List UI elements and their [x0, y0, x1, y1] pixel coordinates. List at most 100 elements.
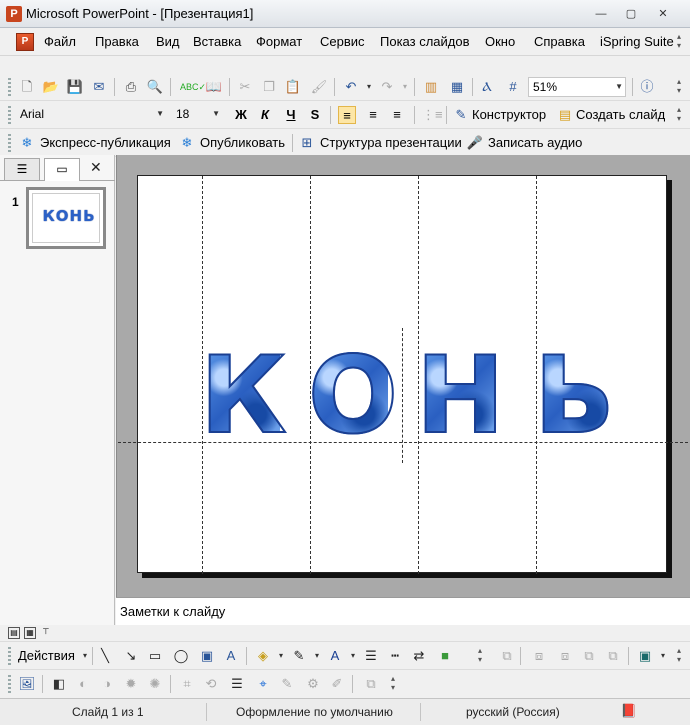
sorter-view-icon[interactable]: ▦	[24, 627, 36, 639]
chevron-down-icon[interactable]: ▾	[308, 647, 326, 665]
oval-icon[interactable]: ◯	[172, 647, 190, 665]
redo-dropdown-icon[interactable]: ▾	[396, 78, 414, 96]
group-icon[interactable]: ⧉	[580, 647, 598, 665]
notes-pane[interactable]: Заметки к слайду	[116, 597, 690, 625]
toolbar-grip[interactable]	[8, 78, 11, 96]
toolbar-overflow-icon[interactable]: ▴ ▾	[673, 77, 685, 97]
arrow-style-icon[interactable]: ⇄	[410, 647, 428, 665]
menu-tools[interactable]: Сервис	[320, 34, 365, 49]
font-color-icon[interactable]: A	[326, 647, 344, 665]
slide-letter[interactable]: Н	[415, 342, 506, 450]
align-left-button[interactable]: ≡	[338, 106, 356, 124]
align-icon[interactable]: ⧉	[498, 647, 516, 665]
toolbar-overflow-icon[interactable]: ▴ ▾	[673, 105, 685, 125]
slide-canvas[interactable]: К О Н Ь	[118, 175, 688, 574]
dash-style-icon[interactable]: ┅	[386, 647, 404, 665]
format-painter-icon[interactable]: 🖌	[310, 78, 328, 96]
maximize-button[interactable]: ▢	[620, 6, 642, 22]
more-brightness-icon[interactable]: ✹	[122, 675, 140, 693]
save-icon[interactable]: 💾	[66, 78, 84, 96]
chevron-down-icon[interactable]: ▾	[344, 647, 362, 665]
chevron-down-icon[interactable]: ▾	[272, 647, 290, 665]
undo-icon[interactable]: ↶	[342, 78, 360, 96]
format-picture-icon[interactable]: ⚙	[304, 675, 322, 693]
more-contrast-icon[interactable]: ◐	[74, 675, 92, 693]
wordart-icon[interactable]: A	[222, 647, 240, 665]
transparent-color-icon[interactable]: ✐	[328, 675, 346, 693]
zoom-combo[interactable]: 51% ▼	[528, 77, 626, 97]
compress-icon[interactable]: ⌖	[254, 675, 272, 693]
menu-insert[interactable]: Вставка	[193, 34, 241, 49]
italic-button[interactable]: К	[256, 106, 274, 124]
less-brightness-icon[interactable]: ✺	[146, 675, 164, 693]
design-icon[interactable]: ✎	[452, 106, 470, 124]
toolbar-grip[interactable]	[8, 106, 11, 124]
line-style-icon[interactable]: ☰	[228, 675, 246, 693]
rotate-icon[interactable]: ⟲	[202, 675, 220, 693]
redo-icon[interactable]: ↷	[378, 78, 396, 96]
send-backward-icon[interactable]: ⧈	[556, 647, 574, 665]
spelling-icon[interactable]: ABC✓	[180, 78, 206, 96]
textbox-icon[interactable]: ▣	[198, 647, 216, 665]
color-icon[interactable]: ◧	[50, 675, 68, 693]
help-icon[interactable]: ⓘ	[638, 78, 656, 96]
quick-publish-button[interactable]: Экспресс-публикация	[40, 135, 171, 150]
toolbar-grip[interactable]	[8, 675, 11, 693]
document-icon[interactable]: P	[16, 33, 34, 51]
menu-help[interactable]: Справка	[534, 34, 585, 49]
new-slide-button[interactable]: Создать слайд	[576, 107, 665, 122]
slide-letter[interactable]: К	[199, 342, 288, 450]
copy-icon[interactable]: ❐	[260, 78, 278, 96]
reset-picture-icon[interactable]: ⧉	[362, 675, 380, 693]
ungroup-icon[interactable]: ⧉	[604, 647, 622, 665]
toolbar-overflow-icon[interactable]: ▴ ▾	[673, 646, 685, 666]
quick-publish-icon[interactable]: ❄	[18, 134, 36, 152]
tab-slides[interactable]: ▭	[44, 158, 80, 181]
toolbar-grip[interactable]	[8, 134, 11, 152]
shadow-button[interactable]: S	[306, 106, 324, 124]
line-style-icon[interactable]: ☰	[362, 647, 380, 665]
insert-picture-icon[interactable]: 🖼	[18, 675, 36, 693]
structure-button[interactable]: Структура презентации	[320, 135, 462, 150]
open-icon[interactable]: 📂	[42, 78, 60, 96]
structure-icon[interactable]: ⊞	[298, 134, 316, 152]
publish-icon[interactable]: ❄	[178, 134, 196, 152]
actions-button[interactable]: Действия	[18, 648, 75, 663]
toolbar-overflow-icon[interactable]: ▴ ▾	[474, 646, 486, 666]
line-color-icon[interactable]: ✎	[290, 647, 308, 665]
chart-icon[interactable]: ▥	[422, 78, 440, 96]
slide-thumbnail[interactable]: КОНЬ	[26, 187, 106, 249]
numbering-button[interactable]: ⋮≡	[422, 106, 443, 124]
crop-icon[interactable]: ⌗	[178, 675, 196, 693]
microphone-icon[interactable]: 🎤	[466, 134, 484, 152]
menu-window[interactable]: Окно	[485, 34, 515, 49]
expand-icon[interactable]: Ⲁ	[478, 78, 496, 96]
paste-icon[interactable]: 📋	[284, 78, 302, 96]
fill-color-icon[interactable]: ◈	[254, 647, 272, 665]
font-size-combo[interactable]: 18 ▼	[172, 105, 222, 125]
slideshow-view-icon[interactable]: ⊤	[40, 627, 52, 639]
pane-close-icon[interactable]: ✕	[90, 159, 102, 176]
underline-button[interactable]: Ч	[282, 106, 300, 124]
publish-button[interactable]: Опубликовать	[200, 135, 285, 150]
menu-view[interactable]: Вид	[156, 34, 180, 49]
slide-letter[interactable]: Ь	[533, 342, 616, 450]
tab-outline[interactable]: ☰	[4, 158, 40, 180]
new-slide-icon[interactable]: ▤	[556, 106, 574, 124]
design-button[interactable]: Конструктор	[472, 107, 546, 122]
menu-file[interactable]: Файл	[44, 34, 76, 49]
rectangle-icon[interactable]: ▭	[146, 647, 164, 665]
research-icon[interactable]: 📖	[205, 78, 223, 96]
minimize-button[interactable]: —	[590, 6, 612, 22]
close-button[interactable]: ✕	[652, 6, 674, 22]
bring-forward-icon[interactable]: ⧈	[530, 647, 548, 665]
undo-dropdown-icon[interactable]: ▾	[360, 78, 378, 96]
print-icon[interactable]: ⎙	[122, 78, 140, 96]
grid-icon[interactable]: #	[504, 78, 522, 96]
powerpoint-app-icon[interactable]: P	[6, 6, 22, 22]
recolor-icon[interactable]: ✎	[278, 675, 296, 693]
toolbar-overflow-icon[interactable]: ▴ ▾	[387, 674, 399, 694]
menu-ispring[interactable]: iSpring Suite	[600, 34, 674, 49]
menu-slideshow[interactable]: Показ слайдов	[380, 34, 470, 49]
arrow-icon[interactable]: ↘	[122, 647, 140, 665]
